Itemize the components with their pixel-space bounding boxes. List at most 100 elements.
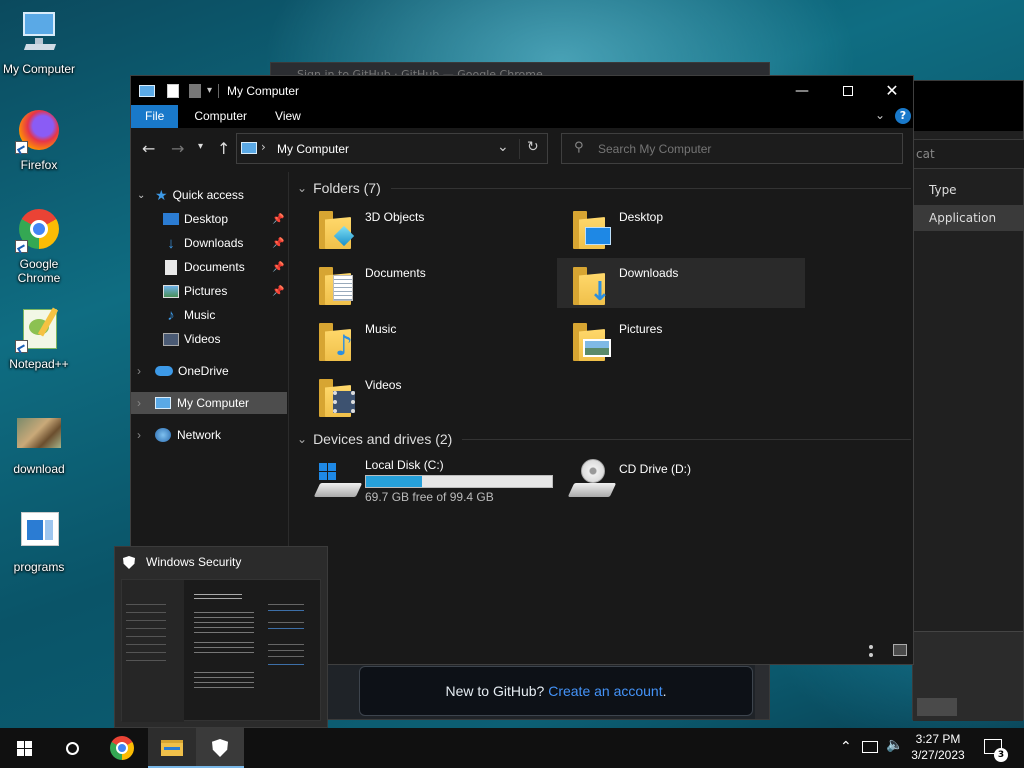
breadcrumb-my-computer[interactable]: My Computer: [277, 142, 349, 156]
address-bar[interactable]: › My Computer ⌄ ↻: [236, 133, 548, 164]
right-window-background[interactable]: cat Type Application: [912, 80, 1024, 721]
picture-icon: [163, 284, 179, 298]
folder-name: Music: [365, 322, 397, 336]
desktop-icon-label: download: [13, 462, 65, 476]
breadcrumb-separator-icon[interactable]: ›: [261, 140, 266, 154]
pin-icon[interactable]: 📌: [272, 286, 284, 297]
type-column-value: Application: [929, 211, 997, 225]
folder-3d-objects-icon: [315, 205, 359, 249]
folder-name: Pictures: [619, 322, 663, 336]
chevron-down-icon[interactable]: ⌄: [137, 190, 147, 201]
tab-computer[interactable]: Computer: [180, 105, 261, 128]
minimize-button[interactable]: —: [779, 76, 825, 105]
image-icon: [15, 410, 63, 458]
folder-3d-objects[interactable]: 3D Objects: [303, 202, 551, 252]
network-status-icon[interactable]: [862, 741, 878, 753]
quick-access-toolbar-newfolder-icon[interactable]: [189, 83, 201, 98]
drive-d[interactable]: CD Drive (D:): [557, 454, 807, 508]
taskbar-windows-security[interactable]: [196, 728, 244, 768]
pin-icon[interactable]: 📌: [272, 214, 284, 225]
recent-locations-button[interactable]: ▾: [198, 141, 203, 152]
nav-item-music[interactable]: ♪ Music: [131, 304, 289, 326]
network-icon: [155, 428, 171, 442]
right-view-icons[interactable]: [917, 698, 957, 716]
taskbar-file-explorer[interactable]: [148, 728, 196, 768]
folder-documents[interactable]: Documents: [303, 258, 551, 308]
nav-my-computer[interactable]: › My Computer: [131, 392, 287, 414]
desktop-icon-programs[interactable]: programs: [0, 508, 78, 574]
folder-videos-icon: [315, 373, 359, 417]
computer-icon: [155, 397, 171, 409]
chevron-right-icon[interactable]: ›: [137, 364, 147, 378]
create-account-link[interactable]: Create an account: [548, 683, 662, 699]
volume-icon[interactable]: 🔈: [886, 737, 903, 753]
nav-item-downloads[interactable]: ↓ Downloads 📌: [131, 232, 289, 254]
nav-item-label: Videos: [184, 332, 221, 346]
nav-network[interactable]: › Network: [131, 424, 289, 446]
desktop-icon-my-computer[interactable]: My Computer: [0, 10, 78, 76]
up-button[interactable]: ↑: [217, 139, 230, 158]
tab-view[interactable]: View: [261, 105, 315, 128]
computer-icon: [241, 142, 257, 154]
tab-file[interactable]: File: [131, 105, 179, 128]
chevron-right-icon[interactable]: ›: [137, 428, 147, 442]
desktop-icon-label: Notepad++: [9, 357, 69, 371]
large-icons-view-icon[interactable]: [893, 644, 907, 656]
type-column-header[interactable]: Type: [929, 183, 957, 197]
nav-item-desktop[interactable]: Desktop 📌: [131, 208, 289, 230]
notification-count-badge: 3: [994, 748, 1008, 762]
nav-item-pictures[interactable]: Pictures 📌: [131, 280, 289, 302]
folder-name: Documents: [365, 266, 426, 280]
folder-pictures[interactable]: Pictures: [557, 314, 805, 364]
folder-documents-icon: [315, 261, 359, 305]
desktop-icon-chrome[interactable]: Google Chrome: [0, 205, 78, 285]
folder-desktop[interactable]: Desktop: [557, 202, 805, 252]
help-icon[interactable]: ?: [895, 108, 911, 124]
desktop-icon-firefox[interactable]: Firefox: [0, 106, 78, 172]
explorer-titlebar[interactable]: ▾ My Computer — ✕: [131, 76, 913, 105]
desktop-icon: [163, 213, 179, 225]
details-view-icon[interactable]: [869, 645, 883, 657]
expand-ribbon-icon[interactable]: ⌄: [875, 108, 885, 122]
preview-thumbnail[interactable]: [121, 579, 321, 722]
pin-icon[interactable]: 📌: [272, 262, 284, 273]
close-button[interactable]: ✕: [869, 76, 915, 105]
computer-icon: [15, 10, 63, 58]
drives-group-header[interactable]: ⌄ Devices and drives (2): [297, 431, 911, 447]
show-hidden-icons-button[interactable]: ⌃: [840, 739, 852, 755]
github-signup-text: New to GitHub?: [445, 683, 545, 699]
clock[interactable]: 3:27 PM 3/27/2023: [906, 731, 970, 763]
desktop-icon-download[interactable]: download: [0, 410, 78, 476]
taskbar: ⌃ 🔈 3:27 PM 3/27/2023 3: [0, 728, 1024, 768]
nav-quick-access[interactable]: ⌄ ★ Quick access: [131, 184, 289, 206]
maximize-button[interactable]: [825, 76, 871, 105]
quick-access-toolbar-properties-icon[interactable]: [167, 83, 179, 98]
customize-toolbar-icon[interactable]: ▾: [207, 85, 212, 96]
nav-quick-access-label: Quick access: [172, 188, 244, 202]
nav-item-documents[interactable]: Documents 📌: [131, 256, 289, 278]
folders-group-header[interactable]: ⌄ Folders (7): [297, 180, 911, 196]
right-search-field[interactable]: cat: [913, 139, 1024, 169]
taskbar-chrome[interactable]: [98, 728, 146, 768]
nav-item-videos[interactable]: Videos: [131, 328, 289, 350]
search-box[interactable]: ⚲: [561, 133, 903, 164]
desktop-icon-notepadpp[interactable]: Notepad++: [0, 305, 78, 371]
drive-c[interactable]: Local Disk (C:) 69.7 GB free of 99.4 GB: [303, 454, 553, 508]
shield-icon: [212, 739, 228, 757]
folder-name: Desktop: [619, 210, 664, 224]
address-dropdown-icon[interactable]: ⌄: [497, 139, 509, 155]
folder-downloads[interactable]: ↓ Downloads: [557, 258, 805, 308]
search-input[interactable]: [598, 140, 888, 158]
back-button[interactable]: ←: [142, 139, 155, 158]
windows-security-preview[interactable]: Windows Security: [114, 546, 328, 728]
pin-icon[interactable]: 📌: [272, 238, 284, 249]
search-button[interactable]: [48, 728, 96, 768]
refresh-icon[interactable]: ↻: [527, 139, 539, 155]
start-button[interactable]: [0, 728, 48, 768]
chevron-right-icon[interactable]: ›: [137, 396, 147, 410]
nav-onedrive[interactable]: › OneDrive: [131, 360, 289, 382]
folder-music[interactable]: ♪ Music: [303, 314, 551, 364]
film-icon: [163, 332, 179, 346]
forward-button[interactable]: →: [171, 139, 184, 158]
folder-videos[interactable]: Videos: [303, 370, 551, 420]
